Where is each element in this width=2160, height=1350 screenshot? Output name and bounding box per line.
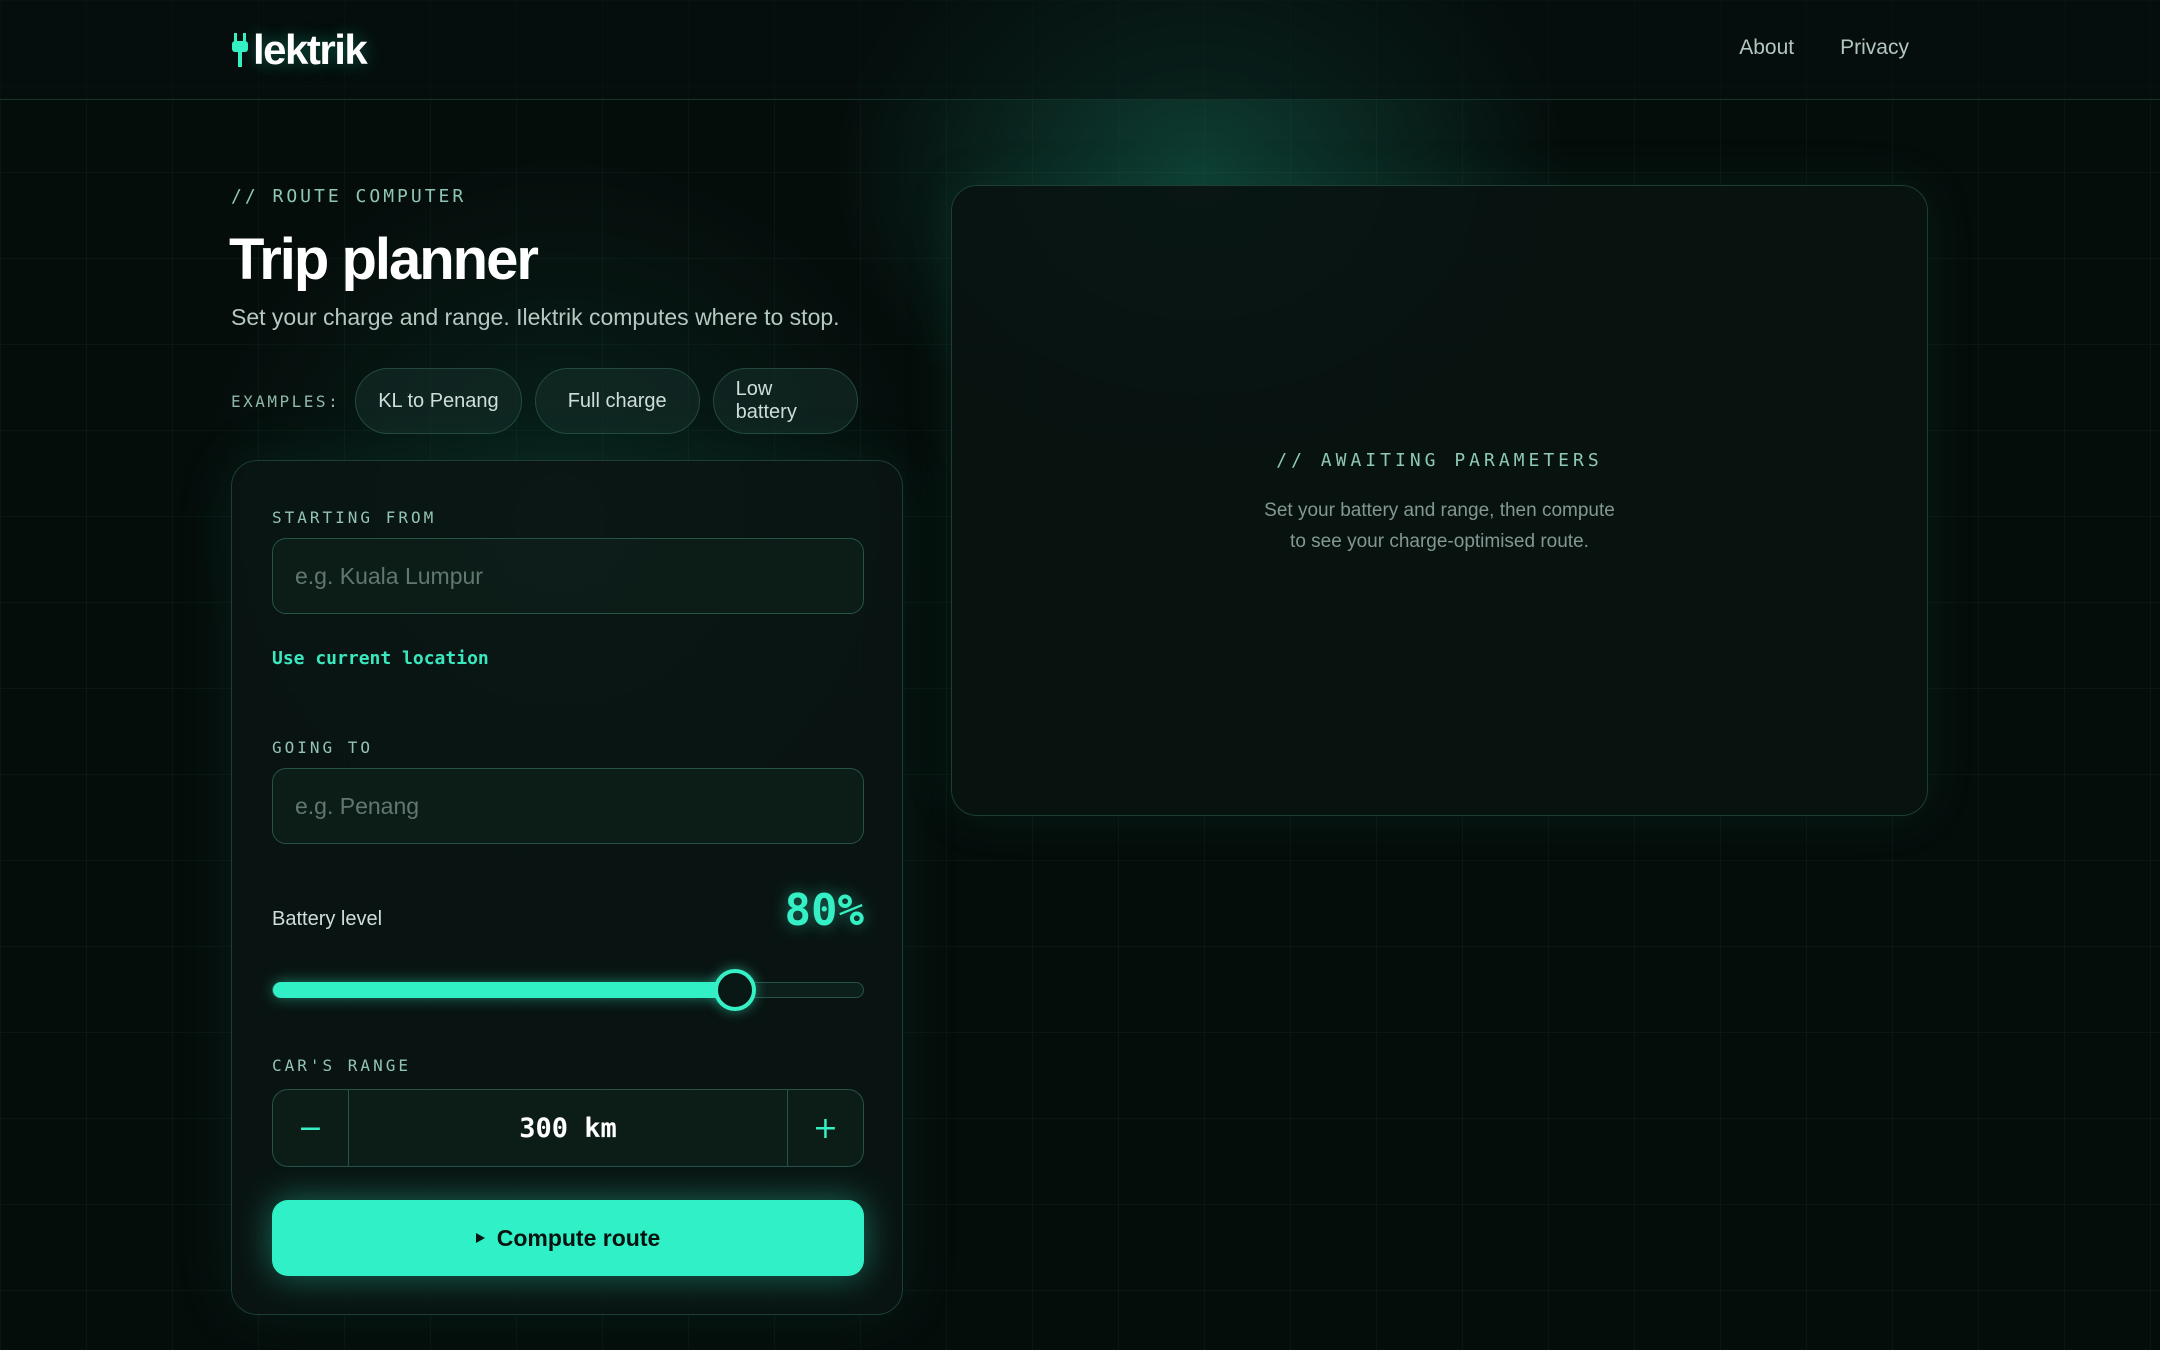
examples-row: EXAMPLES: KL to Penang Full charge Low b… — [231, 368, 858, 434]
result-hint-line-1: Set your battery and range, then compute — [1264, 500, 1615, 521]
example-chip-kl-penang[interactable]: KL to Penang — [355, 368, 522, 434]
nav-privacy-link[interactable]: Privacy — [1840, 36, 1909, 60]
cars-range-label: CAR'S RANGE — [272, 1056, 411, 1075]
range-value: 300 km — [519, 1112, 617, 1144]
section-eyebrow: // ROUTE COMPUTER — [231, 186, 467, 207]
result-status-title: // AWAITING PARAMETERS — [1276, 450, 1603, 471]
going-to-label: GOING TO — [272, 738, 374, 757]
page-subtitle: Set your charge and range. Ilektrik comp… — [231, 304, 840, 330]
range-stepper: − 300 km + — [272, 1089, 864, 1167]
compute-route-label: Compute route — [496, 1224, 661, 1251]
example-chip-full-charge[interactable]: Full charge — [534, 368, 700, 434]
top-nav: About Privacy — [1739, 36, 1909, 60]
nav-about-link[interactable]: About — [1739, 36, 1794, 60]
range-decrease-button[interactable]: − — [273, 1090, 349, 1166]
trip-form-card: STARTING FROM e.g. Kuala Lumpur Use curr… — [231, 460, 903, 1315]
example-chip-low-battery[interactable]: Low battery — [712, 368, 858, 434]
play-icon — [475, 1233, 485, 1243]
going-to-input[interactable]: e.g. Penang — [272, 768, 864, 844]
battery-slider-fill — [273, 982, 735, 998]
top-bar: lektrik About Privacy — [0, 0, 2160, 100]
battery-slider[interactable] — [272, 969, 864, 1011]
result-hint-line-2: to see your charge-optimised route. — [1290, 531, 1589, 552]
brand-name: lektrik — [253, 26, 368, 73]
result-hint-text: Set your battery and range, then compute… — [952, 495, 1927, 557]
route-result-panel: // AWAITING PARAMETERS Set your battery … — [951, 185, 1928, 816]
examples-label: EXAMPLES: — [231, 391, 341, 411]
battery-slider-thumb[interactable] — [713, 969, 756, 1011]
page-title: Trip planner — [229, 227, 539, 292]
compute-route-button[interactable]: Compute route — [272, 1200, 864, 1276]
brand-logo[interactable]: lektrik — [231, 26, 368, 74]
battery-level-label: Battery level — [272, 908, 383, 930]
starting-from-input[interactable]: e.g. Kuala Lumpur — [272, 538, 864, 614]
battery-level-value: 80% — [784, 885, 864, 936]
range-increase-button[interactable]: + — [787, 1090, 863, 1166]
starting-from-label: STARTING FROM — [272, 508, 437, 527]
use-current-location-link[interactable]: Use current location — [272, 648, 489, 669]
plug-icon — [232, 33, 248, 67]
